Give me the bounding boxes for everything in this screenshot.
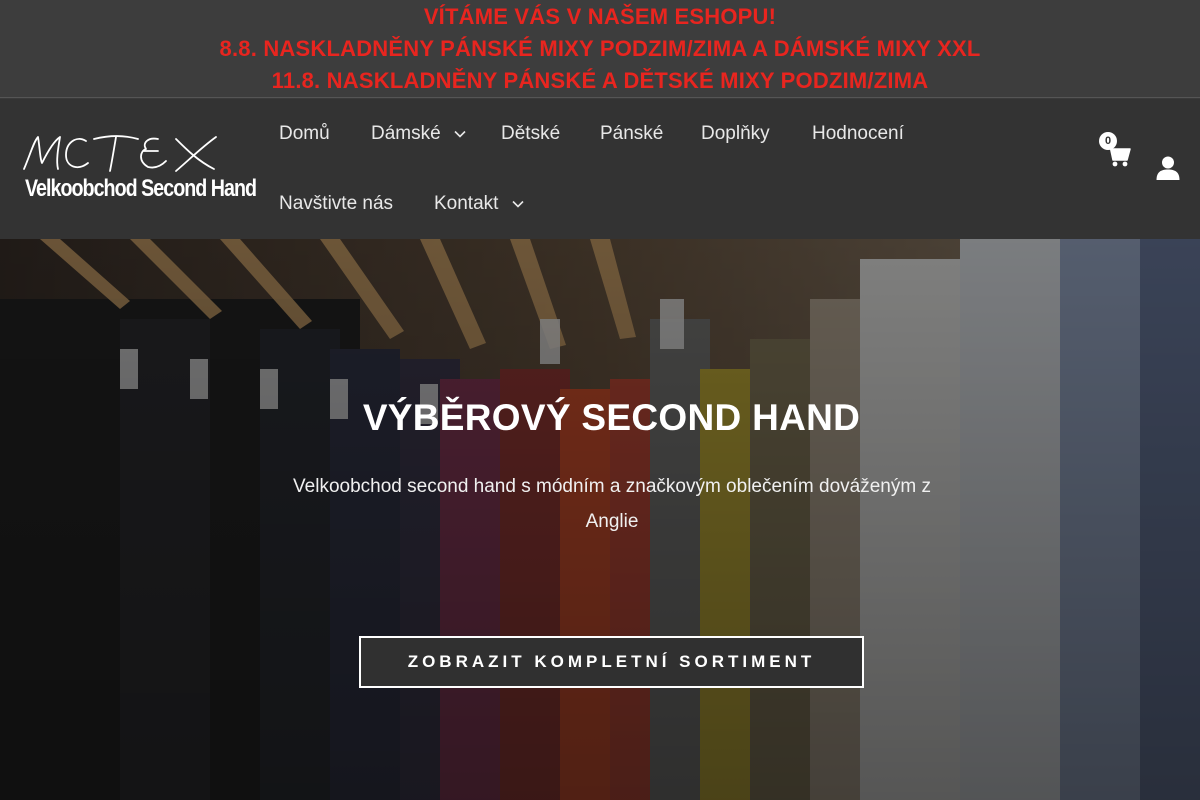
announcement-line-1: VÍTÁME VÁS V NAŠEM ESHOPU! <box>423 4 777 29</box>
nav-item-label: Dámské <box>371 123 441 144</box>
nav-item-label: Hodnocení <box>812 123 904 144</box>
nav-item-label: Navštivte nás <box>279 193 394 214</box>
show-full-assortment-button[interactable]: ZOBRAZIT KOMPLETNÍ SORTIMENT <box>359 636 864 688</box>
nav-item-doplnky[interactable]: Doplňky <box>701 123 770 145</box>
chevron-down-icon <box>512 200 524 208</box>
nav-item-kontakt[interactable]: Kontakt <box>434 193 524 215</box>
nav-item-label: Domů <box>279 123 330 144</box>
announcement-bar: VÍTÁME VÁS V NAŠEM ESHOPU! 8.8. NASKLADN… <box>0 0 1200 98</box>
site-header: Velkoobchod Second Hand Domů Dámské Děts… <box>0 99 1200 239</box>
nav-item-damske[interactable]: Dámské <box>371 123 466 145</box>
nav-item-navstivte-nas[interactable]: Navštivte nás <box>279 193 393 215</box>
chevron-down-icon <box>454 130 466 138</box>
nav-item-panske[interactable]: Pánské <box>600 123 663 145</box>
hero-title: VÝBĚROVÝ SECOND HAND <box>362 397 861 438</box>
nav-item-hodnoceni[interactable]: Hodnocení <box>812 123 904 145</box>
nav-item-label: Kontakt <box>434 193 499 214</box>
logo-subtitle: Velkoobchod Second Hand <box>25 175 257 202</box>
user-icon[interactable] <box>1155 155 1181 181</box>
nav-item-detske[interactable]: Dětské <box>501 123 560 145</box>
announcement-line-3: 11.8. NASKLADNĚNY PÁNSKÉ A DĚTSKÉ MIXY P… <box>271 68 929 93</box>
nav-item-label: Pánské <box>600 123 664 144</box>
hero-section: VÝBĚROVÝ SECOND HAND Velkoobchod second … <box>0 239 1200 800</box>
nav-item-domu[interactable]: Domů <box>279 123 330 145</box>
site-logo[interactable]: Velkoobchod Second Hand <box>20 129 257 209</box>
logo-script-mark <box>23 135 217 172</box>
announcement-line-2: 8.8. NASKLADNĚNY PÁNSKÉ MIXY PODZIM/ZIMA… <box>219 36 981 61</box>
nav-item-label: Doplňky <box>701 123 770 144</box>
nav-item-label: Dětské <box>501 123 561 144</box>
hero-subtitle: Velkoobchod second hand s módním a značk… <box>293 476 931 532</box>
cart-count-badge: 0 <box>1099 132 1117 150</box>
